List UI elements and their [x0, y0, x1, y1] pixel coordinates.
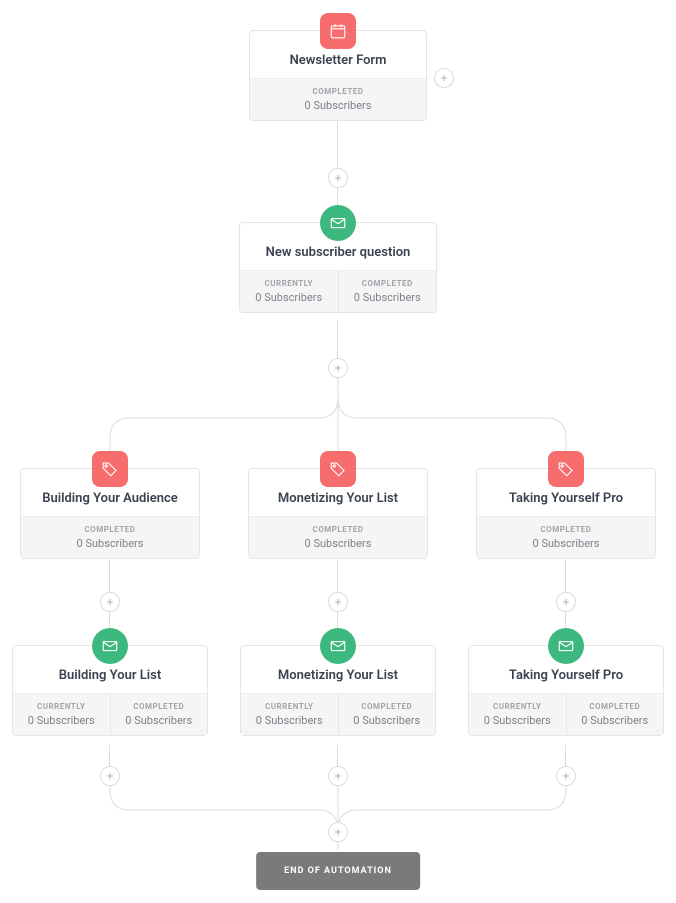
- node-mail-list[interactable]: Building Your List CURRENTLY0 Subscriber…: [12, 645, 208, 736]
- tag-icon: [320, 451, 356, 487]
- stat-currently: CURRENTLY0 Subscribers: [469, 694, 566, 735]
- add-step-button[interactable]: +: [100, 766, 120, 786]
- mail-icon: [320, 628, 356, 664]
- stat-completed: COMPLETED0 Subscribers: [477, 517, 655, 558]
- stat-completed: COMPLETED0 Subscribers: [338, 271, 437, 312]
- node-mail-monetize[interactable]: Monetizing Your List CURRENTLY0 Subscrib…: [240, 645, 436, 736]
- stat-completed: COMPLETED0 Subscribers: [338, 694, 436, 735]
- add-step-button[interactable]: +: [556, 766, 576, 786]
- end-of-automation: END OF AUTOMATION: [256, 852, 420, 890]
- add-branch-button[interactable]: +: [434, 68, 454, 88]
- add-step-button[interactable]: +: [100, 592, 120, 612]
- stat-currently: CURRENTLY0 Subscribers: [13, 694, 110, 735]
- node-tag-pro[interactable]: Taking Yourself Pro COMPLETED0 Subscribe…: [476, 468, 656, 559]
- add-step-button[interactable]: +: [556, 592, 576, 612]
- node-tag-audience[interactable]: Building Your Audience COMPLETED0 Subscr…: [20, 468, 200, 559]
- stat-currently: CURRENTLY0 Subscribers: [241, 694, 338, 735]
- stat-completed: COMPLETED0 Subscribers: [566, 694, 664, 735]
- add-step-button[interactable]: +: [328, 766, 348, 786]
- stat-completed: COMPLETED0 Subscribers: [249, 517, 427, 558]
- form-icon: [320, 13, 356, 49]
- mail-icon: [548, 628, 584, 664]
- add-step-button[interactable]: +: [328, 592, 348, 612]
- mail-icon: [92, 628, 128, 664]
- node-question[interactable]: New subscriber question CURRENTLY0 Subsc…: [239, 222, 437, 313]
- node-mail-pro[interactable]: Taking Yourself Pro CURRENTLY0 Subscribe…: [468, 645, 664, 736]
- add-step-button[interactable]: +: [328, 168, 348, 188]
- add-step-button[interactable]: +: [328, 358, 348, 378]
- stat-completed: COMPLETED0 Subscribers: [21, 517, 199, 558]
- stat-completed: COMPLETED0 Subscribers: [110, 694, 208, 735]
- tag-icon: [548, 451, 584, 487]
- tag-icon: [92, 451, 128, 487]
- stat-completed: COMPLETED 0 Subscribers: [250, 79, 426, 120]
- add-step-button[interactable]: +: [328, 822, 348, 842]
- node-tag-monetize[interactable]: Monetizing Your List COMPLETED0 Subscrib…: [248, 468, 428, 559]
- stat-currently: CURRENTLY0 Subscribers: [240, 271, 338, 312]
- node-newsletter-form[interactable]: Newsletter Form COMPLETED 0 Subscribers: [249, 30, 427, 121]
- mail-icon: [320, 205, 356, 241]
